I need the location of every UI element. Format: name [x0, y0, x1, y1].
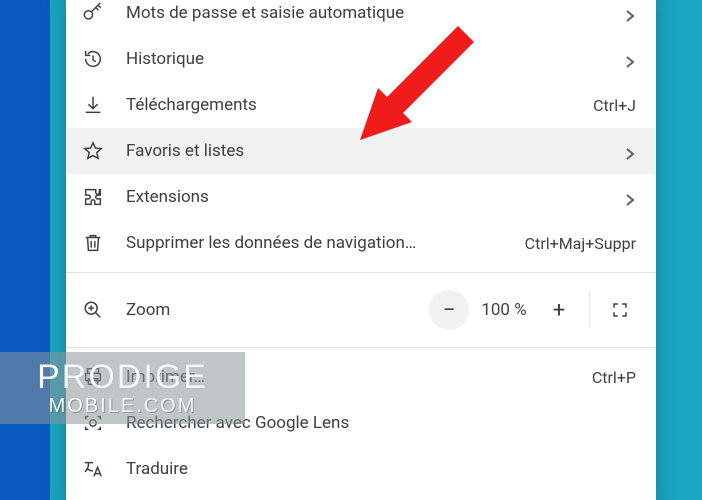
- menu-item-label: Mots de passe et saisie automatique: [126, 3, 612, 23]
- menu-item-clear-data[interactable]: Supprimer les données de navigation… Ctr…: [66, 220, 656, 266]
- menu-item-label: Historique: [126, 49, 612, 69]
- zoom-in-button[interactable]: +: [539, 290, 579, 330]
- menu-item-label: Téléchargements: [126, 95, 581, 115]
- menu-separator: [66, 347, 656, 348]
- translate-icon: [82, 458, 104, 480]
- chevron-right-icon: [624, 191, 636, 203]
- shortcut-label: Ctrl+Maj+Suppr: [525, 234, 636, 253]
- menu-item-zoom: Zoom − 100 % +: [66, 279, 656, 341]
- shortcut-label: Ctrl+P: [592, 368, 636, 387]
- chevron-right-icon: [624, 7, 636, 19]
- chevron-right-icon: [624, 53, 636, 65]
- puzzle-icon: [82, 186, 104, 208]
- zoom-out-button[interactable]: −: [429, 290, 469, 330]
- download-icon: [82, 94, 104, 116]
- browser-menu-panel: Mots de passe et saisie automatique Hist…: [66, 0, 656, 500]
- star-icon: [82, 140, 104, 162]
- menu-item-translate[interactable]: Traduire: [66, 446, 656, 492]
- menu-item-label: Extensions: [126, 187, 612, 207]
- key-icon: [82, 2, 104, 24]
- menu-item-label: Supprimer les données de navigation…: [126, 233, 513, 253]
- trash-icon: [82, 232, 104, 254]
- shortcut-label: Ctrl+J: [593, 96, 636, 115]
- menu-item-history[interactable]: Historique: [66, 36, 656, 82]
- chevron-right-icon: [624, 145, 636, 157]
- menu-item-passwords[interactable]: Mots de passe et saisie automatique: [66, 0, 656, 36]
- zoom-label: Zoom: [126, 300, 429, 320]
- menu-item-downloads[interactable]: Téléchargements Ctrl+J: [66, 82, 656, 128]
- watermark: PRODIGE MOBILE.COM: [0, 352, 245, 424]
- zoom-divider: [589, 292, 590, 328]
- fullscreen-button[interactable]: [600, 290, 640, 330]
- menu-item-bookmarks[interactable]: Favoris et listes: [66, 128, 656, 174]
- watermark-line1: PRODIGE: [37, 360, 208, 394]
- zoom-value: 100 %: [469, 300, 539, 320]
- menu-item-label: Traduire: [126, 459, 636, 479]
- history-icon: [82, 48, 104, 70]
- menu-item-extensions[interactable]: Extensions: [66, 174, 656, 220]
- watermark-line2: MOBILE.COM: [49, 396, 197, 416]
- menu-item-find[interactable]: Rechercher et modifier: [66, 492, 656, 500]
- menu-item-label: Favoris et listes: [126, 141, 612, 161]
- zoom-icon: [82, 299, 104, 321]
- menu-separator: [66, 272, 656, 273]
